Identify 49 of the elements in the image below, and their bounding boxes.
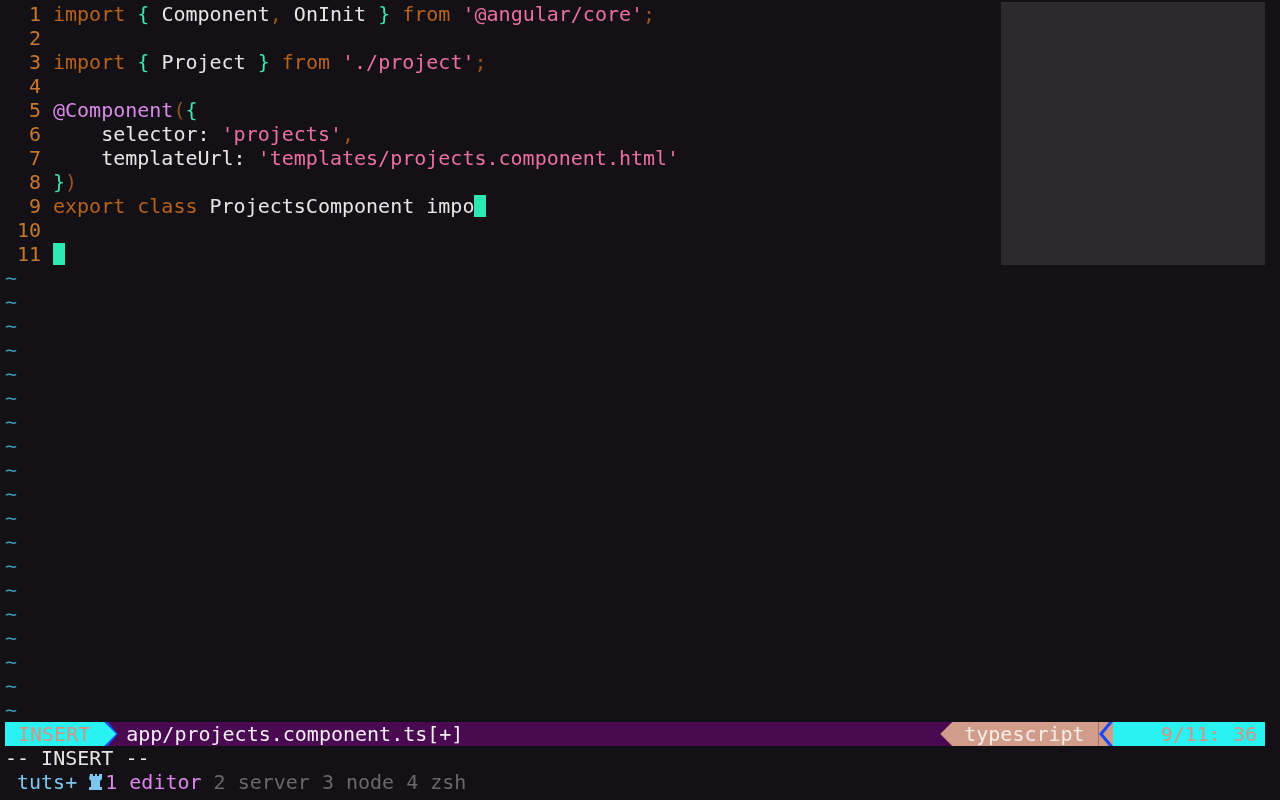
line-number: 6 [27, 122, 41, 146]
code-line: }) [53, 170, 78, 194]
code-line: selector: 'projects', [100, 122, 355, 146]
rook-icon [89, 773, 104, 791]
line-number: 5 [27, 98, 41, 122]
line-number: 2 [27, 26, 41, 50]
empty-line-marker: ~ [5, 410, 18, 434]
line-number: 1 [27, 2, 41, 26]
empty-line-marker: ~ [5, 386, 18, 410]
line-number: 8 [27, 170, 41, 194]
empty-line-marker: ~ [5, 266, 18, 290]
file-path: app/projects.component.ts[+] [126, 722, 465, 746]
empty-line-marker: ~ [5, 482, 18, 506]
empty-line-marker: ~ [5, 314, 18, 338]
window-tab[interactable]: 1 editor [105, 770, 202, 794]
empty-line-marker: ~ [5, 362, 18, 386]
line-number: 7 [27, 146, 41, 170]
window-tab[interactable]: 4 zsh [406, 770, 467, 794]
line-number: 10 [15, 218, 41, 242]
empty-line-marker: ~ [5, 530, 18, 554]
window-tab[interactable]: 2 server [213, 770, 310, 794]
code-line: templateUrl: 'templates/projects.component.html' [100, 146, 680, 170]
empty-line-marker: ~ [5, 338, 18, 362]
empty-line-marker: ~ [5, 434, 18, 458]
window-tab[interactable]: 3 node [321, 770, 395, 794]
code-line: import { Project } from './project'; [53, 50, 487, 74]
empty-line-marker: ~ [5, 698, 18, 722]
session-name: tuts+ [17, 770, 78, 794]
file-type: typescript [940, 722, 1099, 746]
empty-line-marker: ~ [5, 578, 18, 602]
empty-line-marker: ~ [5, 674, 18, 698]
empty-line-marker: ~ [5, 290, 18, 314]
line-number: 9 [27, 194, 41, 218]
mode-indicator: INSERT [5, 722, 117, 746]
code-line: @Component({ [53, 98, 198, 122]
line-number: 4 [27, 74, 41, 98]
empty-line-marker: ~ [5, 602, 18, 626]
empty-line-marker: ~ [5, 554, 18, 578]
code-line: export class ProjectsComponent impo [53, 194, 475, 218]
chevron-icon [104, 722, 119, 746]
empty-line-marker: ~ [5, 458, 18, 482]
chevron-icon [1098, 722, 1113, 746]
code-line: import { Component, OnInit } from '@angular/core'; [53, 2, 656, 26]
empty-line-marker: ~ [5, 626, 18, 650]
line-number: 3 [27, 50, 41, 74]
line-number: 11 [15, 242, 41, 266]
empty-line-marker: ~ [5, 506, 18, 530]
empty-line-marker: ~ [5, 650, 18, 674]
command-line: -- INSERT -- [4, 746, 151, 770]
